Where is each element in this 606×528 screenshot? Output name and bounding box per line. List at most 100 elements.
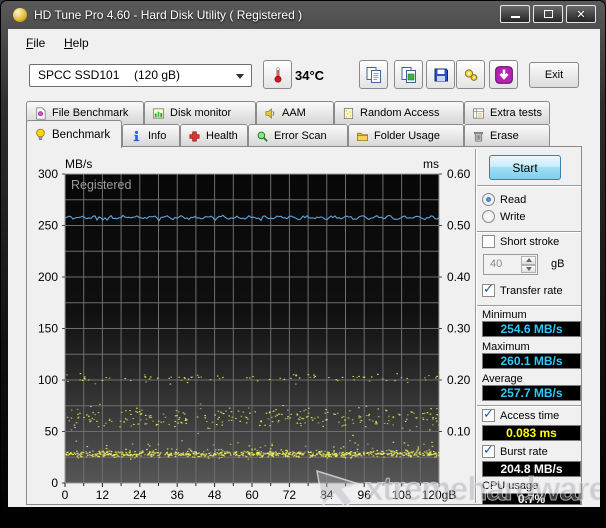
svg-text:0.30: 0.30 bbox=[447, 322, 471, 336]
options-button[interactable] bbox=[456, 60, 485, 89]
svg-text:150: 150 bbox=[38, 322, 58, 336]
tab-erase[interactable]: Erase bbox=[464, 124, 550, 147]
capacity-stepper[interactable]: 40 bbox=[483, 254, 538, 275]
svg-text:0.10: 0.10 bbox=[447, 425, 471, 439]
close-icon: ✕ bbox=[576, 8, 585, 21]
tab-health[interactable]: Health bbox=[180, 124, 248, 147]
extra-tests-icon bbox=[472, 107, 485, 120]
radio-icon[interactable] bbox=[482, 210, 495, 223]
tab-random-access[interactable]: Random Access bbox=[334, 101, 464, 124]
tab-info[interactable]: Info bbox=[122, 124, 180, 147]
write-label: Write bbox=[500, 211, 525, 223]
svg-text:120gB: 120gB bbox=[422, 488, 457, 502]
chevron-down-icon bbox=[236, 74, 244, 79]
speaker-icon bbox=[264, 107, 277, 120]
tab-disk-monitor[interactable]: Disk monitor bbox=[144, 101, 256, 124]
health-cross-icon bbox=[188, 130, 201, 143]
svg-text:200: 200 bbox=[38, 270, 58, 284]
folder-icon bbox=[356, 130, 369, 143]
tab-folder-usage[interactable]: Folder Usage bbox=[348, 124, 464, 147]
tab-extra-tests[interactable]: Extra tests bbox=[464, 101, 550, 124]
drive-select[interactable]: SPCC SSD101 (120 gB) bbox=[29, 64, 252, 87]
svg-text:50: 50 bbox=[45, 425, 59, 439]
read-label: Read bbox=[500, 194, 526, 206]
tab-label: Disk monitor bbox=[170, 107, 231, 119]
random-access-icon bbox=[342, 107, 355, 120]
svg-text:Registered: Registered bbox=[71, 178, 131, 192]
svg-text:24: 24 bbox=[133, 488, 147, 502]
save-icon bbox=[432, 66, 450, 84]
info-icon bbox=[130, 130, 143, 143]
temperature-button[interactable] bbox=[263, 60, 292, 89]
close-button[interactable]: ✕ bbox=[566, 5, 596, 23]
average-value: 257.7 MB/s bbox=[482, 385, 581, 401]
svg-text:36: 36 bbox=[171, 488, 185, 502]
divider bbox=[477, 185, 581, 187]
download-button[interactable] bbox=[489, 60, 518, 89]
checkbox-icon[interactable] bbox=[482, 235, 495, 248]
maximize-button[interactable] bbox=[533, 5, 563, 23]
app-window: HD Tune Pro 4.60 - Hard Disk Utility ( R… bbox=[0, 0, 606, 528]
title-bar[interactable]: HD Tune Pro 4.60 - Hard Disk Utility ( R… bbox=[1, 1, 605, 29]
lightbulb-icon bbox=[34, 128, 47, 141]
tab-label: AAM bbox=[282, 107, 306, 119]
tab-label: Random Access bbox=[360, 107, 439, 119]
save-button[interactable] bbox=[426, 60, 455, 89]
svg-text:MB/s: MB/s bbox=[65, 157, 92, 171]
minimize-button[interactable] bbox=[500, 5, 530, 23]
write-radio[interactable]: Write bbox=[482, 210, 525, 223]
tab-aam[interactable]: AAM bbox=[256, 101, 334, 124]
disk-monitor-icon bbox=[152, 107, 165, 120]
read-radio[interactable]: Read bbox=[482, 193, 526, 206]
access-time-value: 0.083 ms bbox=[482, 425, 581, 441]
tab-error-scan[interactable]: Error Scan bbox=[248, 124, 348, 147]
tab-benchmark[interactable]: Benchmark bbox=[26, 120, 122, 148]
checkbox-icon[interactable] bbox=[482, 284, 495, 297]
arrow-down-icon bbox=[526, 267, 532, 271]
spin-down-button[interactable] bbox=[521, 265, 536, 274]
minimum-label: Minimum bbox=[482, 309, 527, 321]
tab-label: Health bbox=[206, 130, 238, 142]
svg-text:72: 72 bbox=[283, 488, 297, 502]
svg-text:12: 12 bbox=[96, 488, 110, 502]
burst-rate-value: 204.8 MB/s bbox=[482, 461, 581, 477]
copy-text-icon bbox=[365, 66, 383, 84]
transfer-rate-checkbox[interactable]: Transfer rate bbox=[482, 284, 563, 297]
svg-text:250: 250 bbox=[38, 219, 58, 233]
divider bbox=[477, 305, 581, 307]
maximum-label: Maximum bbox=[482, 341, 530, 353]
tab-label: Extra tests bbox=[490, 107, 542, 119]
spin-up-button[interactable] bbox=[521, 256, 536, 265]
drive-name: SPCC SSD101 bbox=[38, 68, 119, 82]
divider bbox=[477, 231, 581, 233]
tab-label: File Benchmark bbox=[52, 107, 128, 119]
options-icon bbox=[462, 66, 480, 84]
start-label: Start bbox=[512, 161, 537, 175]
svg-text:84: 84 bbox=[320, 488, 334, 502]
thermometer-icon bbox=[269, 66, 287, 84]
arrow-up-icon bbox=[526, 258, 532, 262]
svg-text:0: 0 bbox=[62, 488, 69, 502]
checkbox-icon[interactable] bbox=[482, 445, 495, 458]
access-time-checkbox[interactable]: Access time bbox=[482, 409, 559, 422]
access-time-label: Access time bbox=[500, 410, 559, 422]
svg-text:0.60: 0.60 bbox=[447, 167, 471, 181]
capacity-value: 40 bbox=[490, 258, 502, 270]
burst-rate-checkbox[interactable]: Burst rate bbox=[482, 445, 548, 458]
radio-icon[interactable] bbox=[482, 193, 495, 206]
panel-separator bbox=[475, 149, 477, 503]
trash-icon bbox=[472, 130, 485, 143]
minimize-icon bbox=[511, 16, 520, 18]
svg-text:100: 100 bbox=[38, 373, 58, 387]
checkbox-icon[interactable] bbox=[482, 409, 495, 422]
temperature-value: 34°C bbox=[295, 68, 324, 83]
tab-label: Error Scan bbox=[274, 130, 327, 142]
menu-file[interactable]: File bbox=[21, 34, 50, 52]
copy-text-button[interactable] bbox=[359, 60, 388, 89]
short-stroke-checkbox[interactable]: Short stroke bbox=[482, 235, 559, 248]
copy-image-button[interactable] bbox=[394, 60, 423, 89]
menu-help[interactable]: Help bbox=[59, 34, 94, 52]
start-button[interactable]: Start bbox=[489, 155, 561, 180]
exit-button[interactable]: Exit bbox=[529, 62, 579, 88]
copy-image-icon bbox=[400, 66, 418, 84]
